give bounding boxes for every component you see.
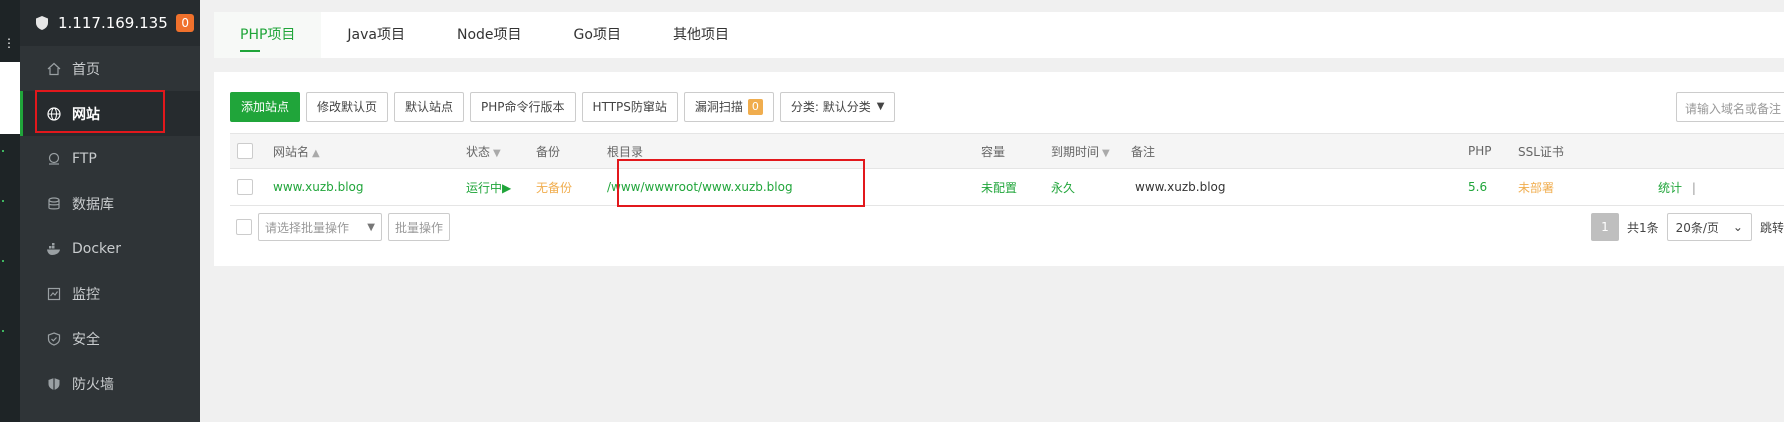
sidebar: 1.117.169.135 0 首页 网站 FTP 数据库 Docker 监控 … [20, 0, 200, 422]
project-tabs: PHP项目 Java项目 Node项目 Go项目 其他项目 [214, 12, 1784, 58]
jump-label: 跳转 [1759, 220, 1784, 235]
site-php-version[interactable]: 5.6 [1468, 168, 1518, 206]
desktop-glyph-icon: ⋮ [3, 36, 15, 50]
per-page-label: 20条/页 [1675, 220, 1719, 235]
col-remark: 备注 [1131, 133, 1468, 169]
server-ip: 1.117.169.135 [58, 14, 168, 32]
tab-java[interactable]: Java项目 [321, 12, 431, 58]
action-separator: | [1691, 180, 1696, 195]
sidebar-item-label: 监控 [72, 286, 100, 303]
col-name[interactable]: 网站名 ▲ [273, 133, 466, 169]
col-backup: 备份 [536, 133, 607, 169]
site-capacity[interactable]: 未配置 [981, 168, 1051, 206]
per-page-select[interactable]: 20条/页 ⌄ [1666, 213, 1752, 241]
sidebar-item-security[interactable]: 安全 [20, 316, 200, 361]
terminal-trail [2, 330, 4, 332]
sidebar-item-label: 网站 [72, 106, 100, 123]
terminal-trail [2, 260, 4, 262]
batch-select-all-checkbox[interactable] [236, 219, 252, 235]
col-status[interactable]: 状态 ▼ [466, 133, 536, 169]
site-ssl[interactable]: 未部署 [1518, 168, 1628, 206]
php-cli-version-button[interactable]: PHP命令行版本 [470, 92, 576, 122]
tab-other[interactable]: 其他项目 [647, 12, 755, 58]
desktop-edge: ⋮ [0, 0, 20, 422]
sidebar-item-label: 安全 [72, 331, 100, 348]
https-guard-button[interactable]: HTTPS防窜站 [581, 92, 678, 122]
stats-link[interactable]: 统计 [1658, 181, 1682, 195]
col-capacity: 容量 [981, 133, 1051, 169]
ftp-icon [46, 151, 62, 167]
sidebar-item-label: 数据库 [72, 196, 114, 213]
table-row: www.xuzb.blog 运行中▶ 无备份 /www/wwwroot/www.… [230, 168, 1784, 206]
batch-operation-select[interactable]: 请选择批量操作 ▼ [258, 213, 382, 241]
sidebar-item-firewall[interactable]: 防火墙 [20, 361, 200, 406]
globe-icon [46, 106, 62, 122]
site-panel: 添加站点 修改默认页 默认站点 PHP命令行版本 HTTPS防窜站 漏洞扫描 0… [214, 72, 1784, 266]
total-count: 共1条 [1626, 220, 1659, 235]
site-table: 网站名 ▲ 状态 ▼ 备份 根目录 容量 到期时间 ▼ 备注 PHP SSL证书 ww… [230, 133, 1784, 206]
sidebar-item-label: 首页 [72, 61, 100, 78]
caret-down-icon: ▼ [876, 101, 885, 112]
modify-default-page-button[interactable]: 修改默认页 [306, 92, 389, 122]
batch-placeholder: 请选择批量操作 [265, 220, 350, 235]
notification-badge[interactable]: 0 [176, 14, 194, 32]
site-backup[interactable]: 无备份 [536, 168, 607, 206]
col-php: PHP [1468, 133, 1518, 169]
docker-icon [46, 241, 62, 257]
shield-icon [36, 16, 48, 30]
terminal-trail [2, 150, 4, 152]
sidebar-item-label: Docker [72, 240, 122, 257]
terminal-trail [2, 200, 4, 202]
sidebar-item-ftp[interactable]: FTP [20, 136, 200, 181]
vuln-scan-button[interactable]: 漏洞扫描 0 [683, 92, 774, 122]
search-input[interactable]: 请输入域名或备注 [1676, 92, 1784, 122]
server-header[interactable]: 1.117.169.135 0 [20, 0, 200, 46]
site-remark[interactable]: www.xuzb.blog [1131, 168, 1468, 206]
pagination: 1 共1条 20条/页 ⌄ 跳转 [1590, 213, 1784, 241]
desktop-window-fragment [0, 62, 20, 134]
chevron-down-icon: ⌄ [1732, 220, 1743, 234]
sidebar-item-label: FTP [72, 150, 97, 167]
toolbar: 添加站点 修改默认页 默认站点 PHP命令行版本 HTTPS防窜站 漏洞扫描 0… [230, 92, 896, 122]
sidebar-item-database[interactable]: 数据库 [20, 181, 200, 226]
col-ssl: SSL证书 [1518, 133, 1628, 169]
default-site-button[interactable]: 默认站点 [394, 92, 465, 122]
col-actions [1628, 133, 1784, 169]
site-expire[interactable]: 永久 [1051, 168, 1131, 206]
row-checkbox[interactable] [237, 179, 253, 195]
firewall-icon [46, 376, 62, 392]
site-status[interactable]: 运行中▶ [466, 168, 536, 206]
sidebar-item-monitor[interactable]: 监控 [20, 271, 200, 316]
select-all-checkbox[interactable] [237, 143, 253, 159]
tab-php[interactable]: PHP项目 [214, 12, 322, 58]
sort-down-icon: ▼ [1102, 147, 1110, 159]
batch-operation-button[interactable]: 批量操作 [388, 213, 451, 241]
add-site-button[interactable]: 添加站点 [230, 92, 301, 122]
sidebar-item-docker[interactable]: Docker [20, 226, 200, 271]
site-name-link[interactable]: www.xuzb.blog [273, 168, 466, 206]
table-header-row: 网站名 ▲ 状态 ▼ 备份 根目录 容量 到期时间 ▼ 备注 PHP SSL证书 [230, 133, 1784, 169]
sort-up-icon: ▲ [312, 147, 320, 159]
caret-down-icon: ▼ [367, 221, 375, 233]
sidebar-item-website[interactable]: 网站 [20, 91, 200, 136]
vuln-scan-label: 漏洞扫描 [694, 100, 743, 114]
sort-down-icon: ▼ [493, 147, 501, 159]
home-icon [46, 61, 62, 77]
tab-go[interactable]: Go项目 [548, 12, 647, 58]
sidebar-item-label: 防火墙 [72, 376, 114, 393]
shield-check-icon [46, 331, 62, 347]
col-root: 根目录 [607, 133, 981, 169]
col-expire[interactable]: 到期时间 ▼ [1051, 133, 1131, 169]
category-select[interactable]: 分类: 默认分类 ▼ [779, 92, 896, 122]
sidebar-item-home[interactable]: 首页 [20, 46, 200, 91]
database-icon [46, 196, 62, 212]
monitor-icon [46, 286, 62, 302]
tab-node[interactable]: Node项目 [431, 12, 548, 58]
vuln-count-badge: 0 [747, 99, 763, 115]
batch-area: 请选择批量操作 ▼ 批量操作 [236, 213, 451, 241]
site-root-link[interactable]: /www/wwwroot/www.xuzb.blog [607, 168, 981, 206]
page-number-current[interactable]: 1 [1590, 213, 1619, 241]
category-label: 分类: 默认分类 [790, 100, 871, 114]
